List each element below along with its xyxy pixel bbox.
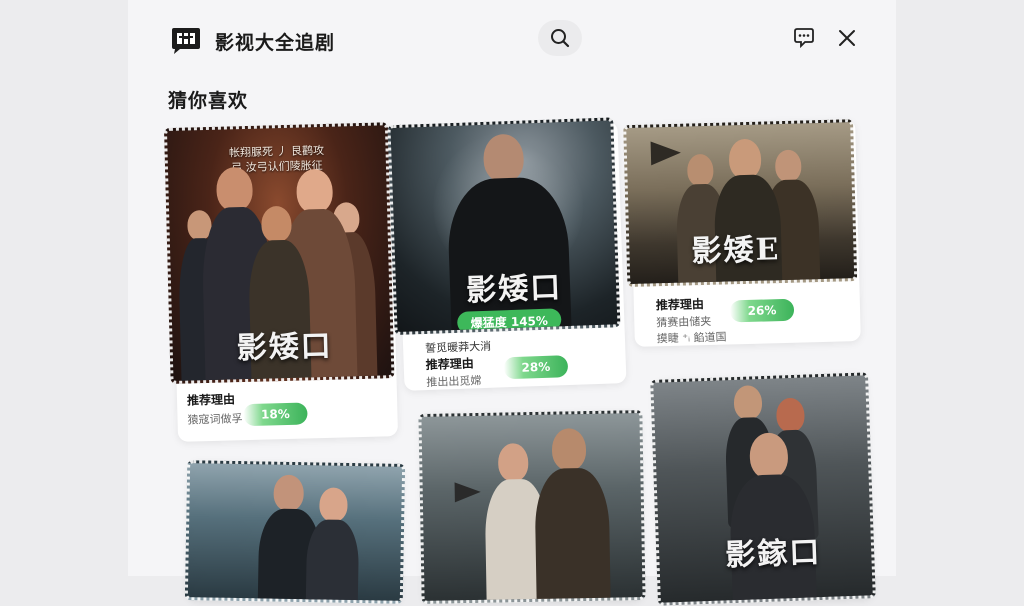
drama-poster-3[interactable]: 影矮E	[623, 119, 858, 288]
search-button[interactable]	[538, 20, 582, 56]
top-bar: 影视大全追剧	[128, 0, 896, 78]
message-button[interactable]	[792, 26, 816, 50]
reason-text: 摸睫 ⁺ᵢ 餡道国	[656, 330, 727, 346]
reason-label: 推荐理由	[186, 392, 236, 408]
drama-poster-6[interactable]: 影鎵口	[650, 372, 876, 606]
section-title: 猜你喜欢	[168, 90, 249, 112]
app-window: 影视大全追剧 猜你喜欢 帐翔脲死 丿 艮鹳攻 弓 汝弓认们陵胀征 影矮口 推荐理…	[128, 0, 896, 606]
reason-label: 推荐理由	[655, 297, 705, 313]
drama-poster-5[interactable]	[418, 410, 646, 604]
match-badge: 26%	[729, 298, 795, 323]
drama-card-5[interactable]	[418, 410, 646, 604]
drama-card-1[interactable]: 帐翔脲死 丿 艮鹳攻 弓 汝弓认们陵胀征 影矮口 推荐理由 猿寇词做孚 18%	[163, 122, 399, 442]
app-title: 影视大全追剧	[215, 32, 336, 54]
drama-poster-4[interactable]	[184, 460, 406, 604]
reason-text: 猿寇词做孚	[187, 412, 243, 427]
poster-figure	[727, 431, 818, 606]
match-badge: 18%	[243, 402, 308, 427]
drama-poster-1[interactable]: 帐翔脲死 丿 艮鹳攻 弓 汝弓认们陵胀征 影矮口	[163, 122, 395, 385]
close-button[interactable]	[835, 26, 859, 50]
tv-chat-logo-icon	[170, 27, 202, 55]
search-icon	[551, 29, 570, 48]
poster-title-3: 影矮E	[691, 232, 781, 270]
message-icon	[794, 28, 814, 49]
drama-poster-2[interactable]: 影矮口 爆猛度 145%	[387, 117, 621, 336]
drama-card-2[interactable]: 影矮口 爆猛度 145% 誓觅暖莽大消 推荐理由 推出出觅嫦 28%	[387, 117, 627, 391]
poster-title-1: 影矮口	[236, 328, 334, 367]
poster-figure	[305, 487, 360, 604]
reason-subtitle: 誓觅暖莽大消	[424, 339, 492, 356]
heat-badge: 爆猛度 145%	[456, 308, 562, 334]
drama-card-3[interactable]: 影矮E 推荐理由 猜赛由储夹 摸睫 ⁺ᵢ 餡道国 26%	[623, 119, 861, 347]
poster-flag	[454, 481, 481, 503]
poster-title-2: 影矮口	[465, 270, 563, 309]
reason-text: 猜赛由储夹	[656, 314, 712, 330]
drama-card-4[interactable]	[184, 460, 406, 604]
reason-text: 推出出觅嫦	[426, 374, 482, 390]
reason-label: 推荐理由	[425, 356, 474, 373]
close-icon	[839, 30, 855, 46]
poster-figure	[534, 428, 611, 604]
drama-card-6[interactable]: 影鎵口	[650, 372, 876, 606]
poster-title-6: 影鎵口	[724, 535, 822, 574]
match-badge: 28%	[503, 355, 569, 380]
